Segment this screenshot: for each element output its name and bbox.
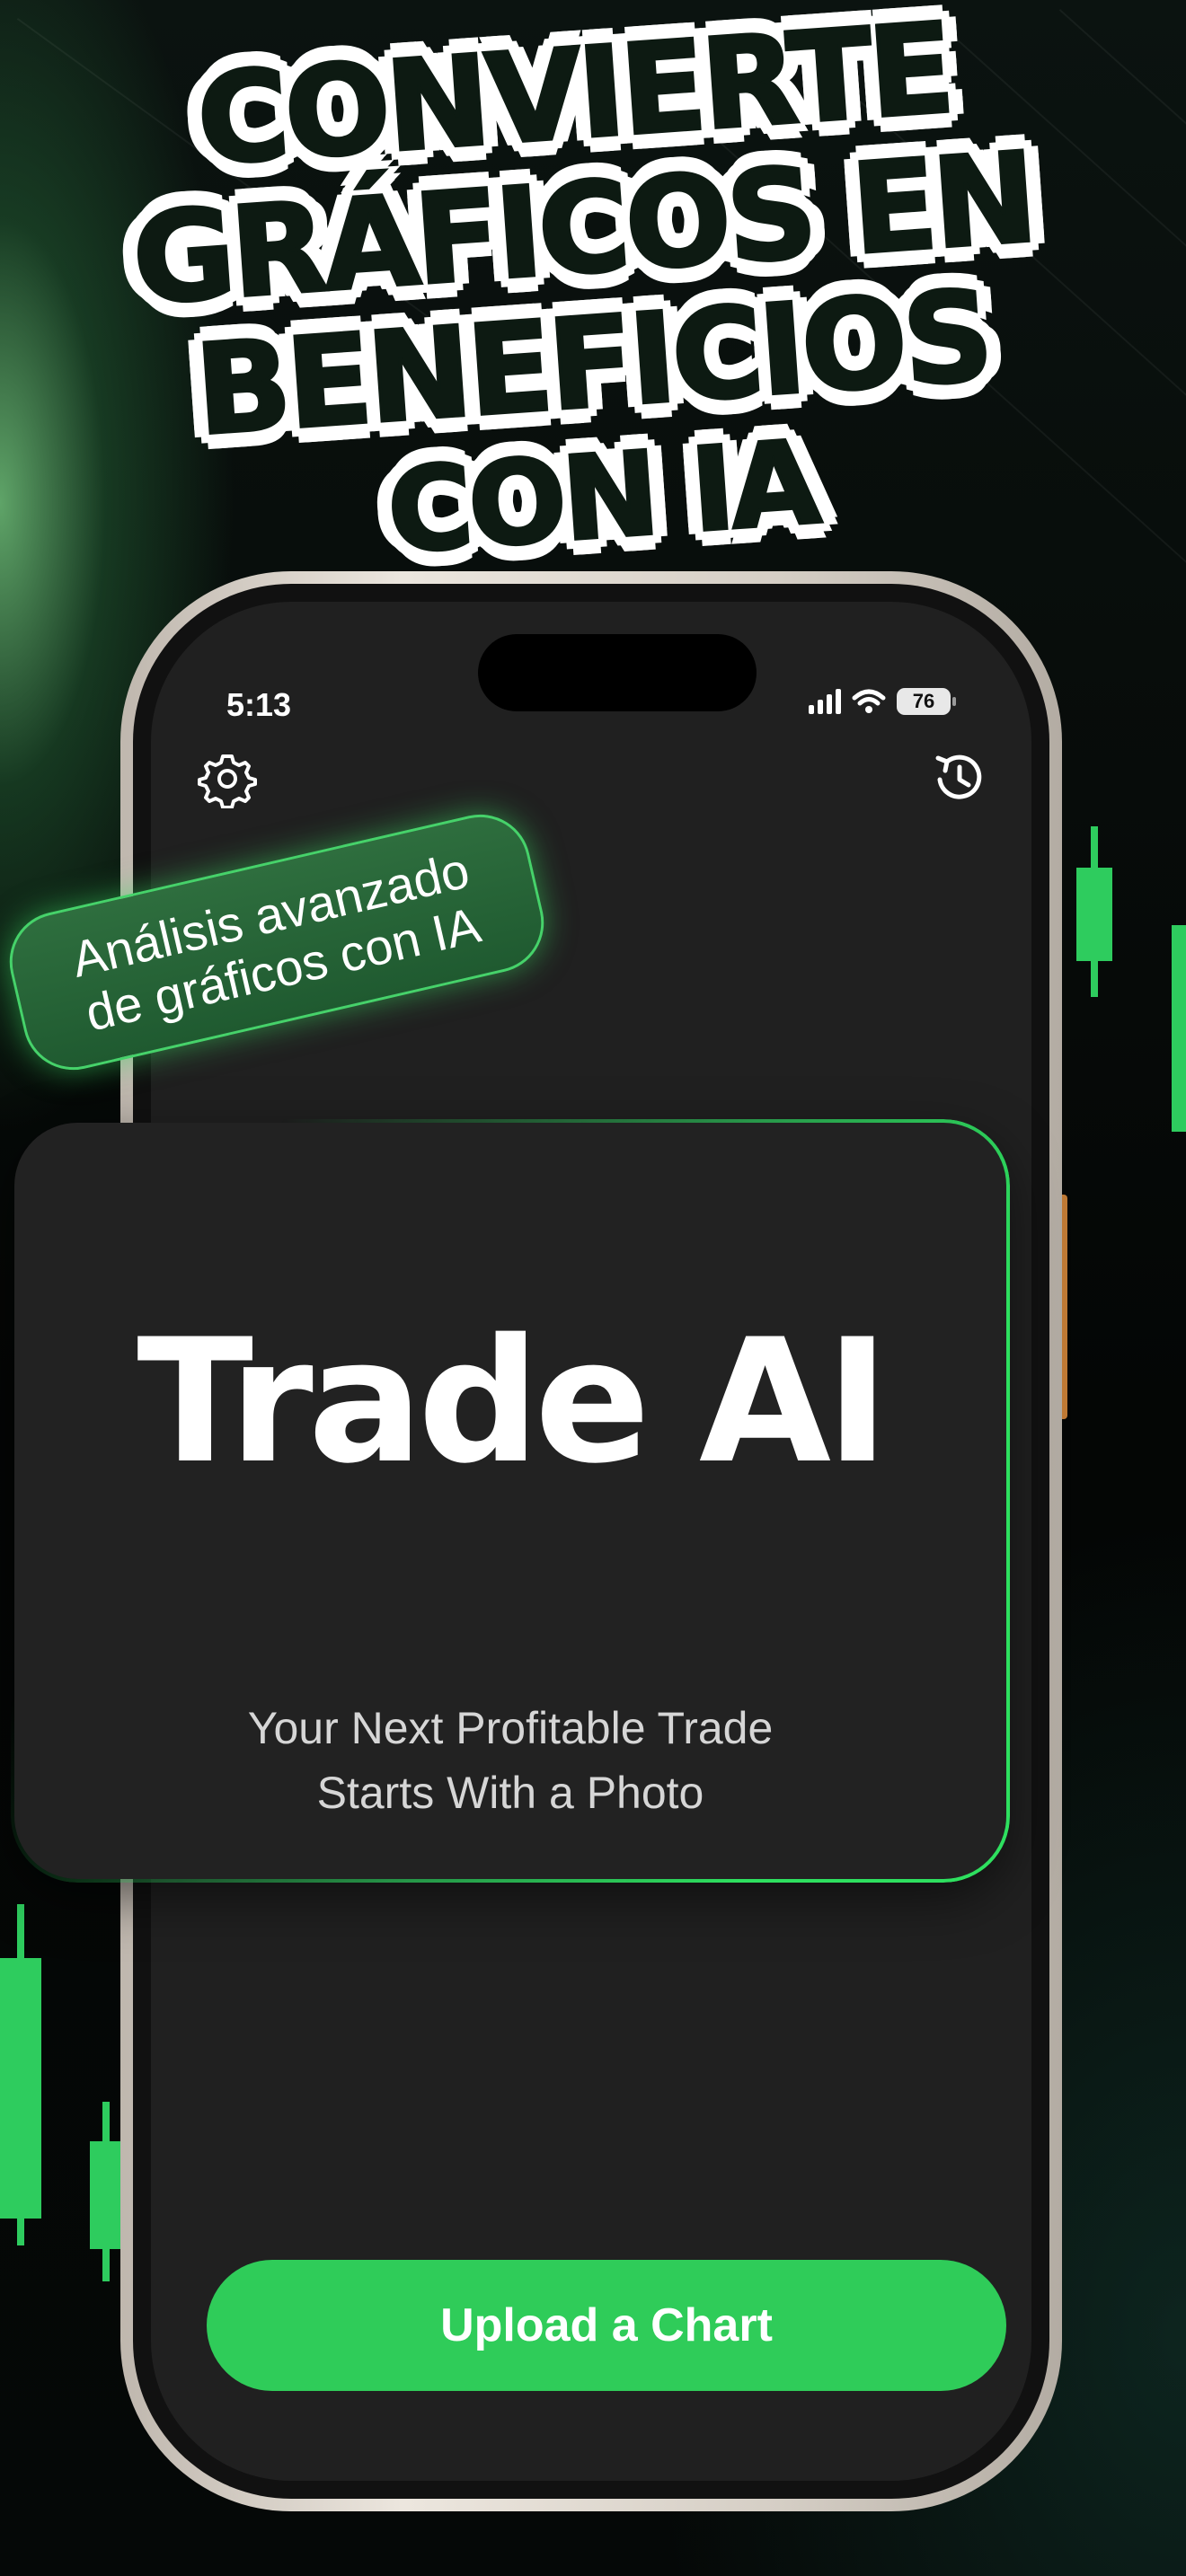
app-title: Trade AI — [137, 1302, 889, 1501]
status-time: 5:13 — [226, 686, 292, 723]
tagline-line-2: Starts With a Photo — [316, 1768, 704, 1818]
candle-body — [90, 2141, 122, 2249]
upload-chart-button[interactable]: Upload a Chart — [207, 2260, 1006, 2391]
status-icons: 76 — [809, 688, 956, 715]
battery-icon: 76 — [897, 688, 956, 715]
battery-level: 76 — [912, 690, 935, 712]
candlestick-decoration — [90, 2102, 122, 2281]
candle-body — [1076, 868, 1112, 961]
candlestick-decoration — [1172, 925, 1186, 1132]
candle-body — [0, 1958, 41, 2219]
candlestick-decoration — [0, 1904, 41, 2245]
candlestick-decoration — [1076, 826, 1112, 997]
app-tagline: Your Next Profitable Trade Starts With a… — [14, 1696, 1006, 1825]
gear-icon[interactable] — [196, 745, 259, 808]
wifi-icon — [852, 689, 886, 713]
candle-body — [1172, 925, 1186, 1132]
promo-canvas: 5:13 76 Upload a Chart Trade AI Your Nex… — [0, 0, 1186, 2576]
app-intro-card: Trade AI Your Next Profitable Trade Star… — [14, 1123, 1006, 1879]
tagline-line-1: Your Next Profitable Trade — [247, 1703, 774, 1753]
promo-headline: CONVIERTE GRÁFICOS EN BENEFICIOS CON IA — [0, 0, 1186, 607]
history-icon[interactable] — [927, 745, 990, 808]
cellular-signal-icon — [809, 689, 841, 714]
dynamic-island — [478, 634, 757, 711]
